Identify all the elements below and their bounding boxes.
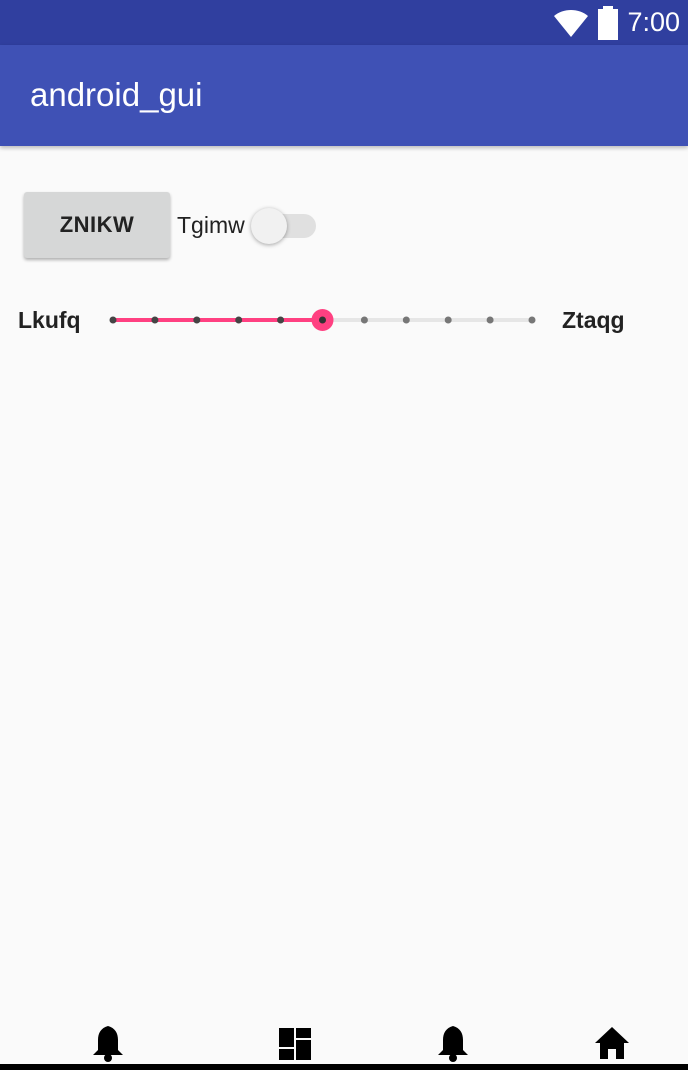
seekbar-tick: [193, 316, 201, 324]
seekbar-tick: [277, 316, 285, 324]
seekbar-tick: [235, 316, 243, 324]
home-icon[interactable]: [594, 1024, 630, 1062]
seekbar-thumb-dot: [319, 316, 326, 324]
dashboard-icon[interactable]: [277, 1024, 313, 1062]
seekbar-tick: [528, 316, 536, 324]
seekbar-tick: [486, 316, 494, 324]
status-icons: 7:00: [553, 0, 680, 45]
seekbar-tick: [151, 316, 159, 324]
switch-thumb[interactable]: [251, 208, 287, 244]
bell-icon[interactable]: [90, 1024, 126, 1062]
seekbar-tick: [402, 316, 410, 324]
wifi-icon: [554, 9, 589, 37]
status-time: 7:00: [627, 7, 680, 37]
znikw-button[interactable]: ZNIKW: [24, 192, 170, 258]
status-bar: 7:00: [0, 0, 688, 45]
nav-divider: [0, 1064, 688, 1070]
app-title: android_gui: [30, 76, 203, 113]
seekbar-tick: [444, 316, 452, 324]
switch-label: Tgimw: [177, 212, 245, 238]
seekbar-max-label: Ztaqg: [562, 307, 625, 333]
seekbar-tick: [109, 316, 117, 324]
battery-icon: [598, 5, 619, 40]
bell-icon[interactable]: [435, 1024, 471, 1062]
app-bar: android_gui: [0, 45, 688, 146]
seekbar-tick: [360, 316, 368, 324]
